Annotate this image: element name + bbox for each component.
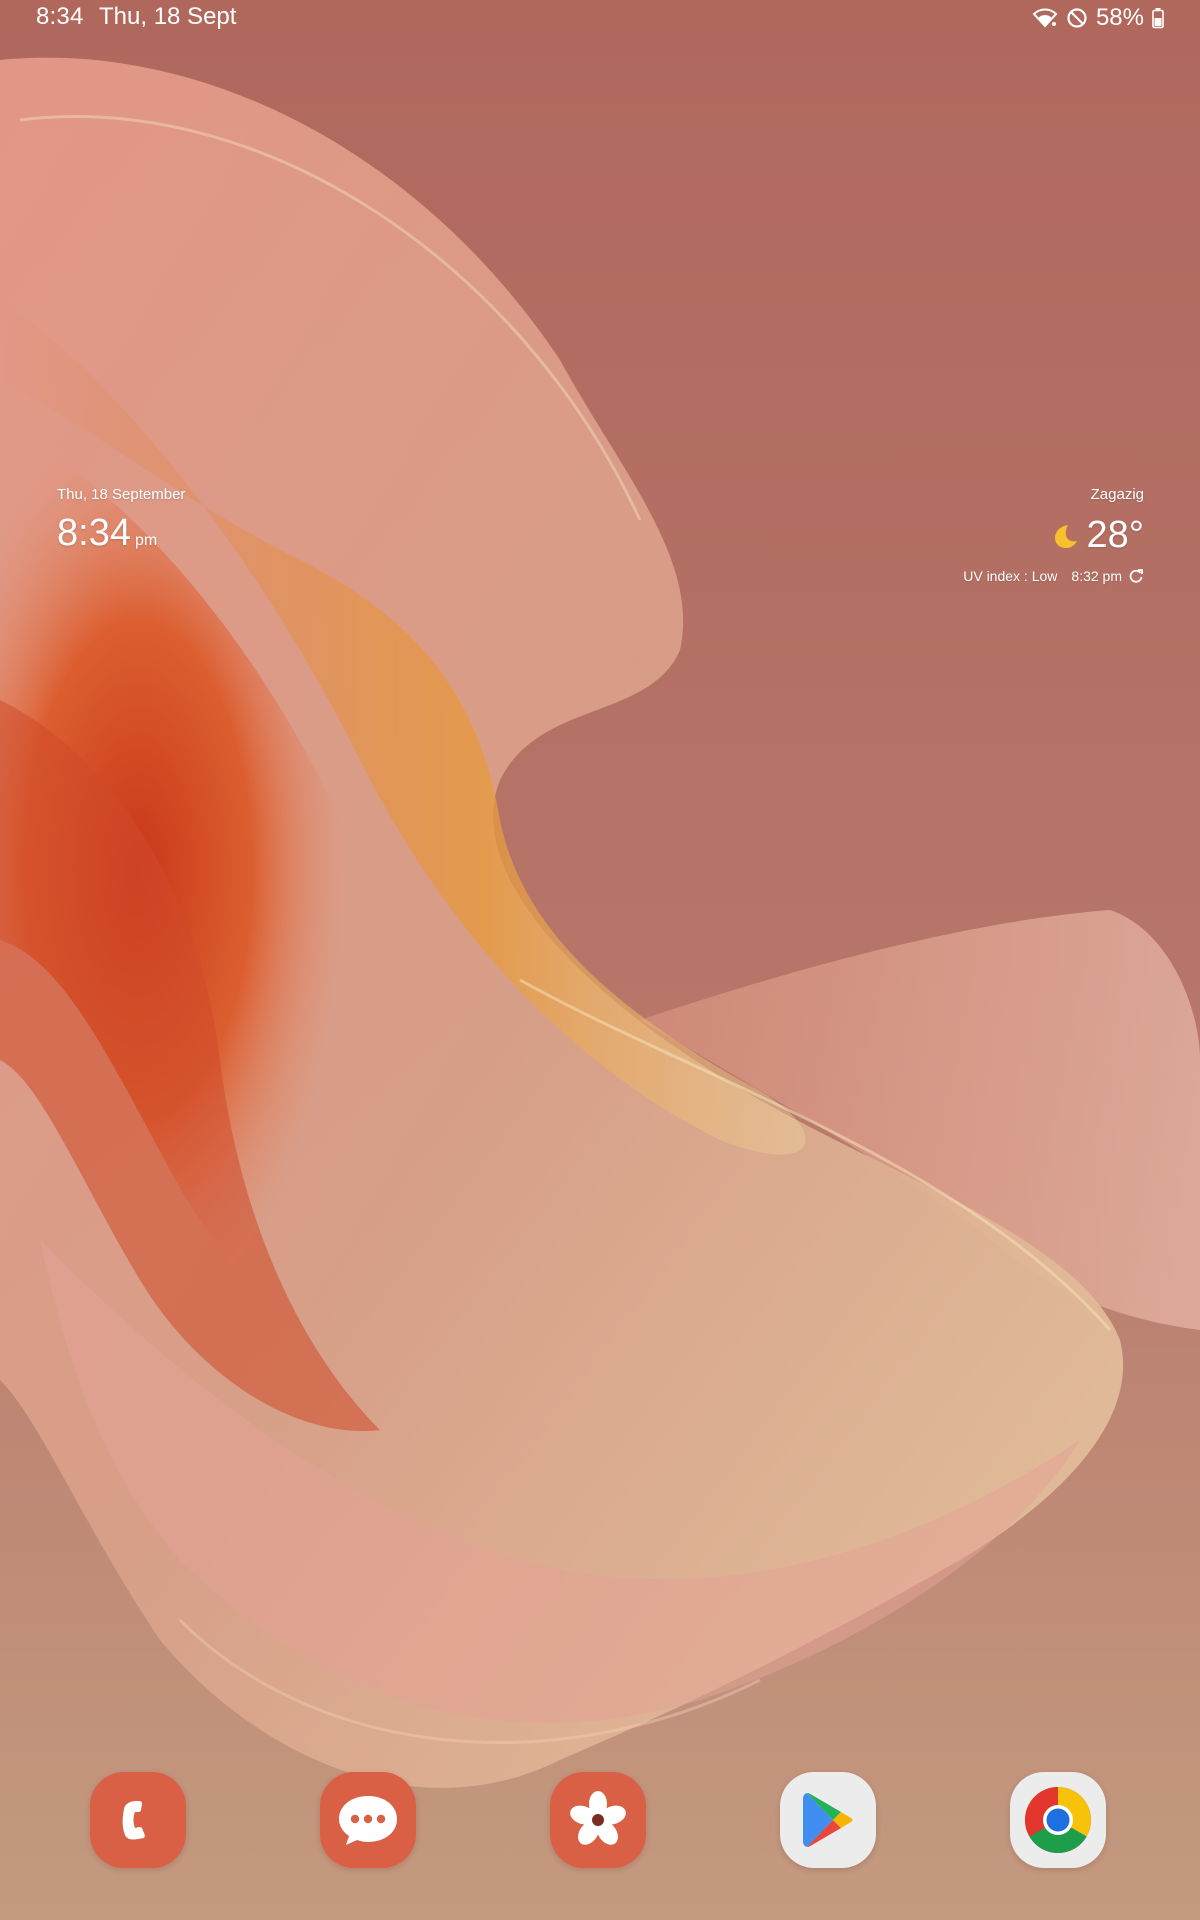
clock-widget[interactable]: Thu, 18 September 8:34 pm xyxy=(57,486,257,566)
status-bar[interactable]: 8:34 Thu, 18 Sept 58% xyxy=(0,0,1200,36)
weather-info: UV index : Low 8:32 pm xyxy=(963,568,1144,584)
weather-temperature: 28° xyxy=(1086,514,1144,556)
weather-uv-index: UV index : Low xyxy=(963,568,1058,584)
messages-app-button[interactable] xyxy=(320,1772,416,1868)
chrome-app-button[interactable] xyxy=(1010,1772,1106,1868)
play-store-app-button[interactable] xyxy=(780,1772,876,1868)
status-time: 8:34 xyxy=(36,3,84,30)
clock-ampm: pm xyxy=(134,532,158,549)
gallery-icon xyxy=(567,1789,629,1851)
status-date: Thu, 18 Sept xyxy=(99,3,237,30)
play-store-icon xyxy=(799,1789,857,1851)
weather-temp-row: 28° xyxy=(1049,514,1144,557)
messages-icon xyxy=(335,1790,401,1850)
wifi-icon xyxy=(1032,7,1058,29)
phone-app-button[interactable] xyxy=(90,1772,186,1868)
clock-date: Thu, 18 September xyxy=(57,486,186,503)
clock-time-display: 8:34 pm xyxy=(57,512,157,555)
chrome-icon xyxy=(1023,1785,1093,1855)
refresh-icon[interactable] xyxy=(1128,568,1144,584)
do-not-disturb-icon xyxy=(1066,7,1088,29)
battery-icon xyxy=(1152,7,1164,29)
wallpaper xyxy=(0,0,1200,1920)
weather-city: Zagazig xyxy=(1090,486,1144,503)
status-icons: 58% xyxy=(1032,4,1164,32)
battery-percentage: 58% xyxy=(1095,4,1144,31)
gallery-app-button[interactable] xyxy=(550,1772,646,1868)
clock-time: 8:34 xyxy=(57,512,131,554)
moon-icon xyxy=(1049,521,1079,551)
phone-icon xyxy=(111,1793,165,1847)
weather-updated-time: 8:32 pm xyxy=(1071,568,1122,584)
weather-widget[interactable]: Zagazig 28° UV index : Low 8:32 pm xyxy=(884,486,1144,590)
